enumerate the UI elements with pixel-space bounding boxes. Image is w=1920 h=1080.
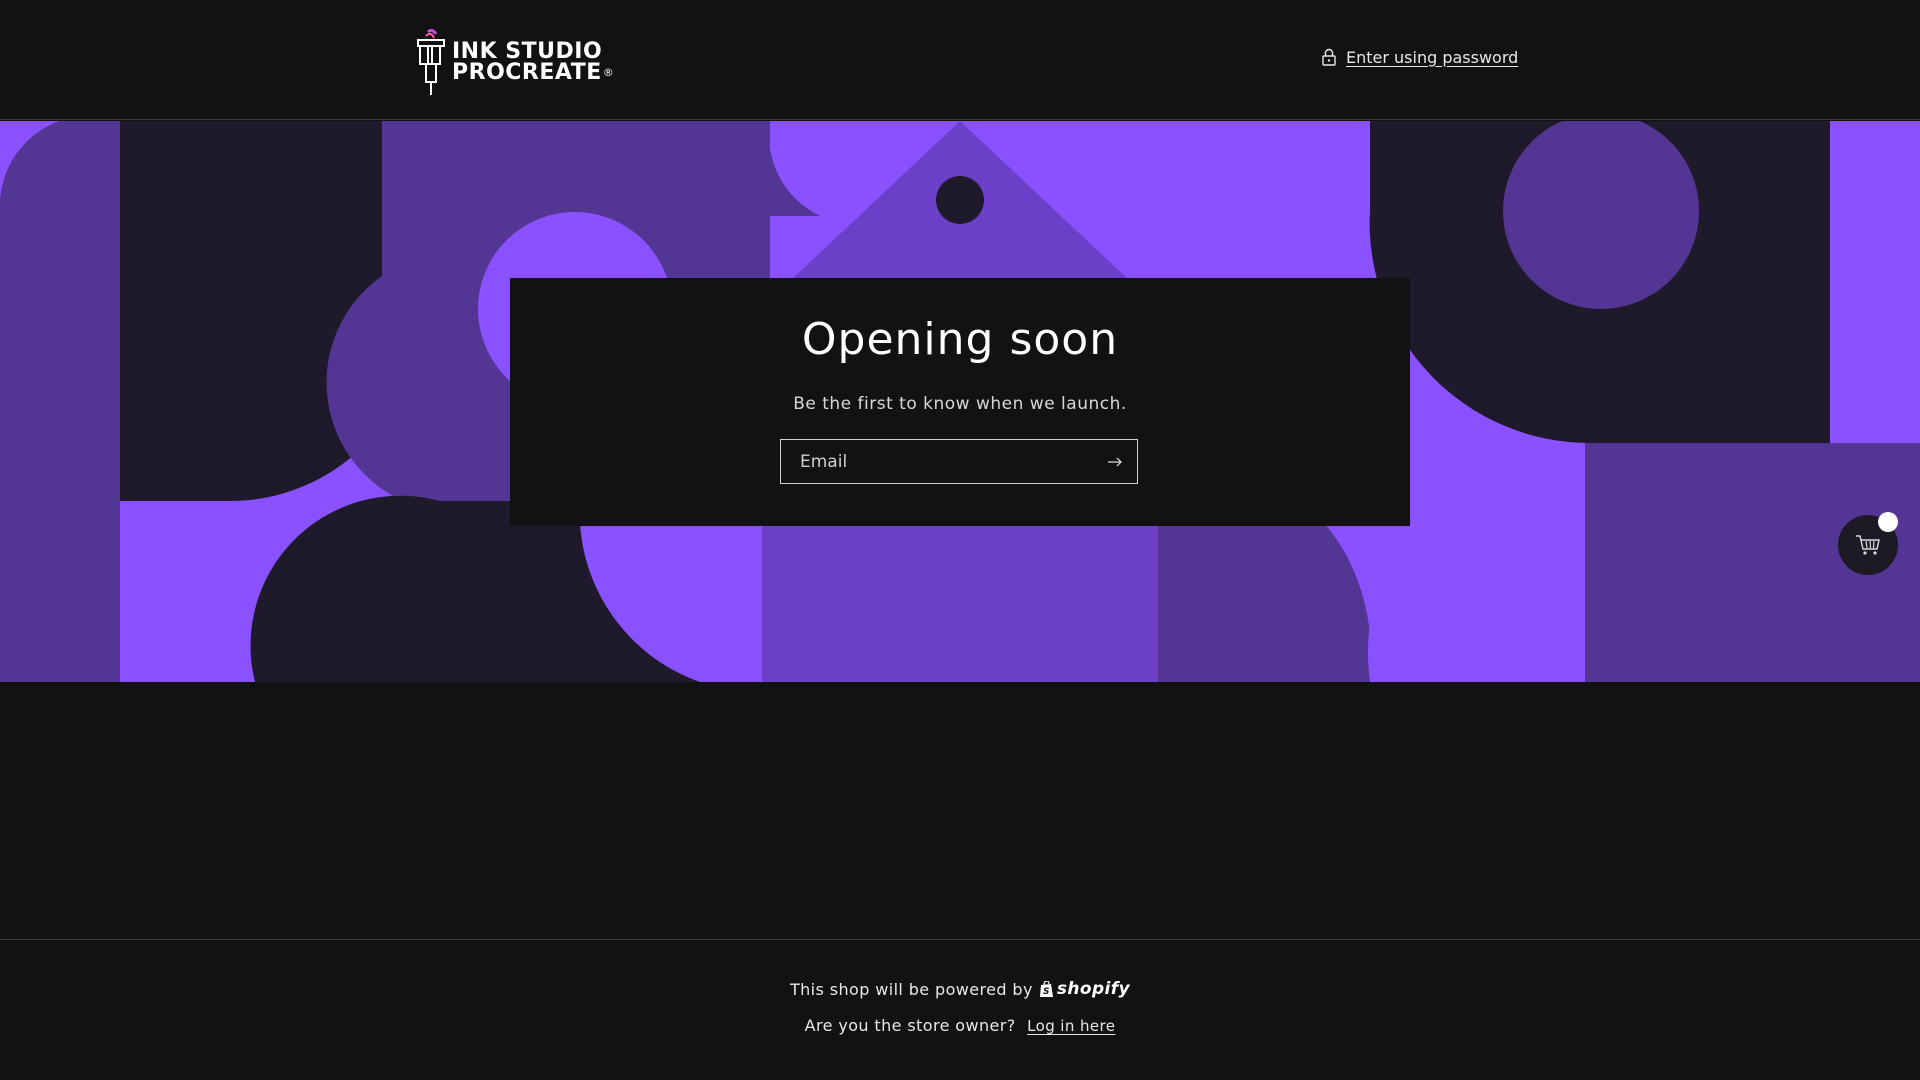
- newsletter-form: [780, 439, 1138, 484]
- cart-count-badge: [1878, 512, 1898, 532]
- powered-by-line: This shop will be powered by S shopify: [0, 979, 1920, 999]
- enter-password-link[interactable]: Enter using password: [1322, 44, 1518, 70]
- email-input[interactable]: [781, 440, 1093, 483]
- shopify-logo-link[interactable]: S shopify: [1039, 979, 1130, 999]
- footer-divider: [0, 939, 1920, 940]
- subscribe-button[interactable]: [1093, 440, 1137, 483]
- store-logo[interactable]: INK STUDIO PROCREATE: [416, 26, 656, 98]
- login-link[interactable]: Log in here: [1027, 1017, 1115, 1035]
- logo-wordmark: INK STUDIO PROCREATE: [452, 39, 614, 84]
- arrow-right-icon: [1107, 457, 1122, 466]
- logo-line-1: INK STUDIO: [452, 39, 603, 64]
- store-owner-line: Are you the store owner? Log in here: [0, 1016, 1920, 1035]
- svg-text:S: S: [1043, 987, 1050, 997]
- lock-icon: [1322, 48, 1336, 66]
- opening-soon-card: Opening soon Be the first to know when w…: [510, 278, 1410, 526]
- page-title: Opening soon: [801, 314, 1119, 365]
- logo-line-2: PROCREATE: [452, 62, 614, 84]
- enter-password-label: Enter using password: [1346, 47, 1519, 67]
- subtitle: Be the first to know when we launch.: [793, 394, 1127, 414]
- tattoo-machine-icon: [417, 28, 445, 95]
- hero-banner: Opening soon Be the first to know when w…: [0, 121, 1920, 682]
- powered-by-text: This shop will be powered by: [789, 979, 1033, 999]
- cart-icon: [1856, 535, 1880, 555]
- shopify-wordmark: shopify: [1056, 979, 1131, 999]
- site-header: INK STUDIO PROCREATE Enter using passwor…: [0, 0, 1920, 120]
- shopify-bag-icon: S: [1039, 980, 1053, 997]
- owner-question: Are you the store owner?: [804, 1016, 1016, 1035]
